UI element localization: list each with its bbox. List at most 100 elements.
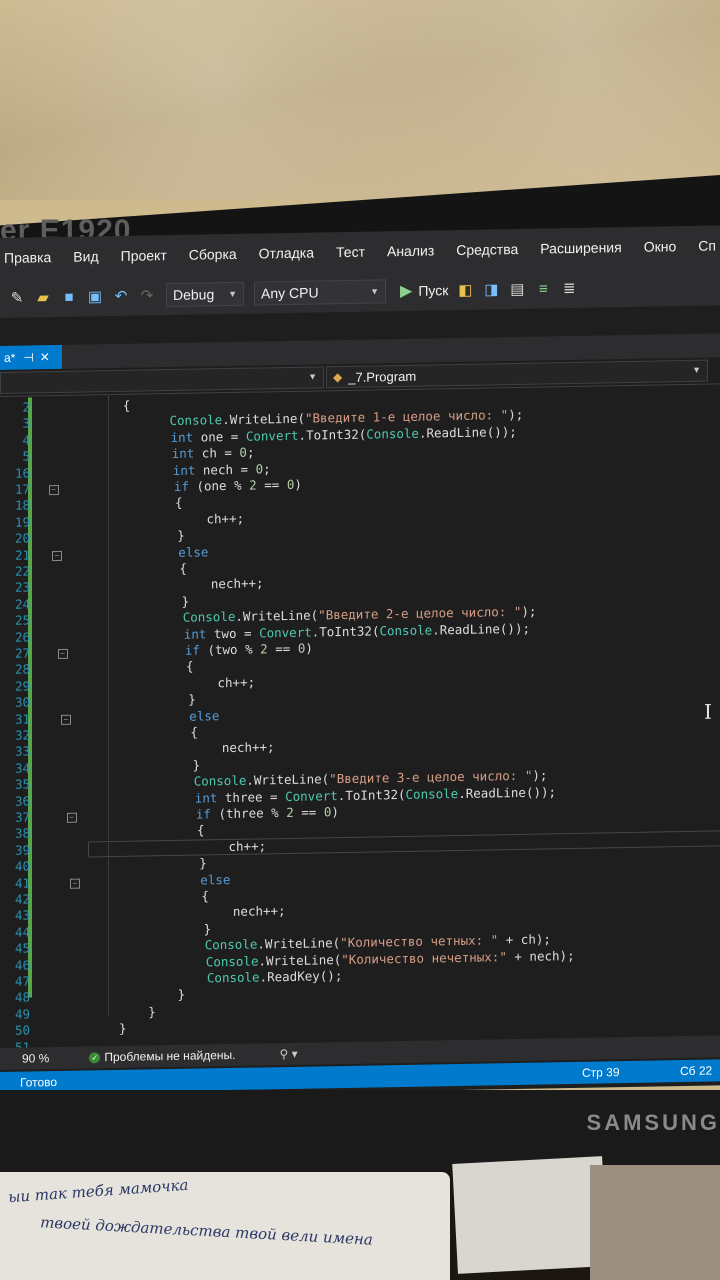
collapse-icon[interactable]: − xyxy=(70,878,81,889)
status-ready: Готово xyxy=(20,1075,58,1090)
line-number: 42 xyxy=(14,891,30,907)
code-text: ch++; xyxy=(206,510,245,527)
document-tab[interactable]: a* ⊣ ✕ xyxy=(0,344,62,370)
brush-icon[interactable]: ⚲ ▾ xyxy=(279,1047,297,1061)
line-number: 27 xyxy=(14,645,30,661)
line-number: 36 xyxy=(14,793,30,809)
close-icon[interactable]: ✕ xyxy=(40,350,50,364)
undo-icon[interactable]: ↶ xyxy=(112,287,130,305)
configuration-select[interactable]: Debug ▼ xyxy=(166,281,244,308)
menu-item[interactable]: Проект xyxy=(121,247,167,264)
line-number: 45 xyxy=(14,940,30,956)
line-number: 26 xyxy=(14,629,30,645)
code-text: ch++; xyxy=(228,838,267,854)
menu-item[interactable]: Окно xyxy=(644,238,677,255)
menu-item[interactable]: Средства xyxy=(456,241,518,258)
new-item-icon[interactable]: ✎ xyxy=(8,289,26,307)
menu-item[interactable]: Правка xyxy=(4,249,51,266)
code-text: ch++; xyxy=(217,674,256,691)
code-text: { xyxy=(197,822,205,838)
save-all-icon[interactable]: ▣ xyxy=(86,287,104,305)
line-number: 25 xyxy=(14,612,30,628)
line-number: 39 xyxy=(14,842,30,858)
window-layout-icon[interactable]: ▤ xyxy=(508,280,526,298)
comment-icon[interactable]: ≡ xyxy=(534,279,552,297)
start-label: Пуск xyxy=(418,282,449,299)
line-number: 24 xyxy=(14,596,30,612)
collapse-icon[interactable]: − xyxy=(52,550,63,561)
redo-icon[interactable]: ↷ xyxy=(138,286,156,304)
start-button[interactable]: ▶ Пуск xyxy=(400,280,448,301)
line-number: 43 xyxy=(14,907,30,924)
menu-item[interactable]: Сборка xyxy=(189,246,237,263)
line-number: 33 xyxy=(14,743,30,760)
code-text: { xyxy=(190,724,198,740)
code-text: } xyxy=(188,691,196,707)
menu-item[interactable]: Отладка xyxy=(259,245,314,262)
chevron-down-icon: ▼ xyxy=(308,371,317,382)
monitor-brand: SAMSUNG xyxy=(586,1110,720,1135)
paper-card xyxy=(452,1156,608,1274)
line-number: 30 xyxy=(14,694,30,710)
code-text: } xyxy=(203,921,212,937)
chevron-down-icon: ▼ xyxy=(370,286,379,297)
save-icon[interactable]: ■ xyxy=(60,288,78,306)
code-text: { xyxy=(186,659,194,675)
line-number: 28 xyxy=(14,661,30,678)
issues-indicator[interactable]: ✓ Проблемы не найдены. xyxy=(89,1048,235,1065)
line-number: 48 xyxy=(14,989,30,1006)
code-text: } xyxy=(119,1020,127,1037)
line-number: 40 xyxy=(14,858,30,874)
ide-window: Правка Вид Проект Сборка Отладка Тест Анализ Ср… xyxy=(0,225,720,1098)
code-text: } xyxy=(192,757,201,773)
code-text: } xyxy=(199,855,207,871)
collapse-icon[interactable]: − xyxy=(61,714,72,725)
code-text: int nech = 0; xyxy=(172,460,271,478)
line-number: 29 xyxy=(14,678,30,694)
line-number: 31 xyxy=(14,711,30,727)
chevron-down-icon: ▼ xyxy=(692,364,701,375)
line-number: 37 xyxy=(14,809,30,825)
type-dropdown[interactable]: ▼ xyxy=(0,366,324,394)
line-number: 41 xyxy=(14,875,30,891)
hot-reload-icon[interactable]: ◧ xyxy=(456,281,474,299)
line-number: 17 xyxy=(14,481,30,497)
member-dropdown[interactable]: ◆ _7.Program ▼ xyxy=(326,359,708,389)
code-text: { xyxy=(179,560,187,576)
chevron-down-icon: ▼ xyxy=(228,288,237,300)
solution-explorer-icon[interactable]: ◨ xyxy=(482,280,500,298)
menu-item[interactable]: Вид xyxy=(73,248,98,264)
configuration-value: Debug xyxy=(173,286,215,303)
line-number: 44 xyxy=(14,924,30,940)
zoom-level[interactable]: 90 % xyxy=(22,1051,49,1065)
menu-item[interactable]: Сп xyxy=(698,238,716,254)
code-text: nech++; xyxy=(210,575,264,592)
collapse-icon[interactable]: − xyxy=(66,812,77,823)
collapse-icon[interactable]: − xyxy=(48,484,59,496)
code-text: nech++; xyxy=(221,739,275,756)
code-text: nech++; xyxy=(232,903,286,920)
code-text: { xyxy=(122,397,131,413)
status-line-number: Стр 39 xyxy=(582,1065,620,1080)
collapse-icon[interactable]: − xyxy=(57,648,68,659)
line-number: 50 xyxy=(14,1022,30,1038)
code-text: else xyxy=(178,543,209,560)
line-number: 49 xyxy=(14,1006,30,1022)
line-number: 32 xyxy=(14,727,30,743)
menu-item[interactable]: Анализ xyxy=(387,242,434,259)
open-folder-icon[interactable]: ▰ xyxy=(34,288,52,306)
note-line: ыи так тебя мамочка xyxy=(7,1175,189,1207)
member-label: _7.Program xyxy=(348,368,417,385)
menu-item[interactable]: Тест xyxy=(336,244,365,261)
line-number: 4 xyxy=(22,432,30,448)
code-text: } xyxy=(177,987,186,1003)
uncomment-icon[interactable]: ≣ xyxy=(560,279,578,297)
code-editor[interactable]: 2{3 Console.WriteLine("Введите 1-е целое … xyxy=(0,385,720,1054)
menu-item[interactable]: Расширения xyxy=(540,239,621,256)
line-number: 23 xyxy=(14,579,30,596)
platform-value: Any CPU xyxy=(261,284,319,302)
platform-select[interactable]: Any CPU ▼ xyxy=(254,279,386,306)
wallpaper-pattern xyxy=(0,0,720,200)
mouse-ibeam-cursor-icon: I xyxy=(704,699,712,724)
pin-icon[interactable]: ⊣ xyxy=(23,350,33,364)
